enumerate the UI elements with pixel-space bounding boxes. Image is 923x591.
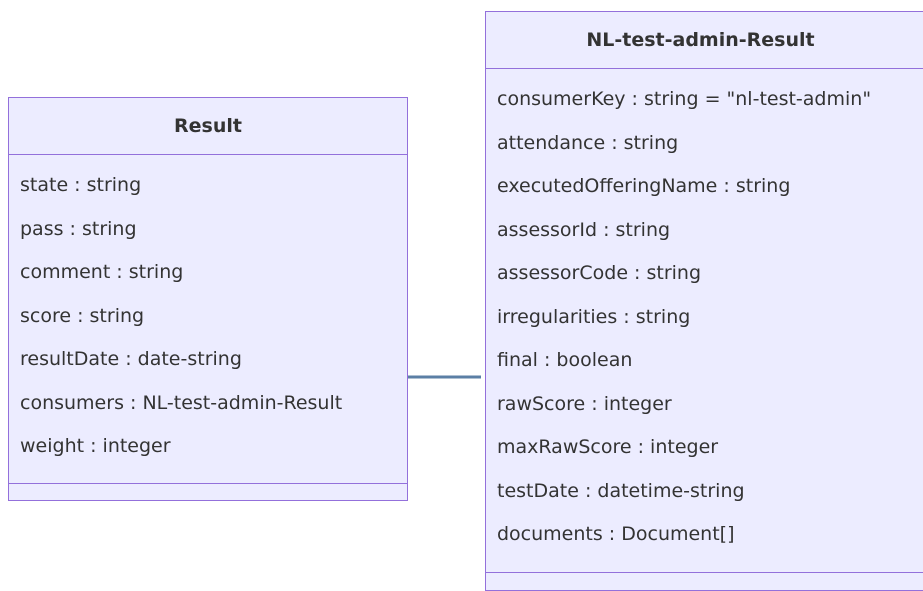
attribute-row: resultDate : date-string xyxy=(20,348,242,370)
attribute-row: assessorCode : string xyxy=(497,262,702,284)
attribute-row: rawScore : integer xyxy=(497,392,672,415)
attribute-compartment: state : string pass : string comment : s… xyxy=(9,155,407,484)
attribute-compartment: consumerKey : string = "nl-test-admin" a… xyxy=(486,69,923,573)
attribute-row: testDate : datetime-string xyxy=(497,479,745,502)
attribute-row: consumers : NL-test-admin-Result xyxy=(20,391,343,414)
attribute-row: state : string xyxy=(20,174,142,196)
attribute-row: score : string xyxy=(20,304,145,327)
class-box-result[interactable]: Result state : string pass : string comm… xyxy=(8,97,408,501)
attribute-row: consumerKey : string = "nl-test-admin" xyxy=(497,88,872,110)
class-box-nl-test-admin-result[interactable]: NL-test-admin-Result consumerKey : strin… xyxy=(485,11,923,591)
attribute-row: assessorId : string xyxy=(497,218,671,241)
attribute-row: final : boolean xyxy=(497,349,633,371)
attribute-row: attendance : string xyxy=(497,131,679,154)
attribute-row: pass : string xyxy=(20,217,137,240)
class-title: NL-test-admin-Result xyxy=(486,12,923,69)
attribute-row: comment : string xyxy=(20,261,184,283)
attribute-row: maxRawScore : integer xyxy=(497,436,719,458)
class-title: Result xyxy=(9,98,407,155)
attribute-row: irregularities : string xyxy=(497,305,691,328)
attribute-row: documents : Document[] xyxy=(497,523,735,545)
attribute-row: executedOfferingName : string xyxy=(497,175,791,197)
attribute-row: weight : integer xyxy=(20,435,171,457)
